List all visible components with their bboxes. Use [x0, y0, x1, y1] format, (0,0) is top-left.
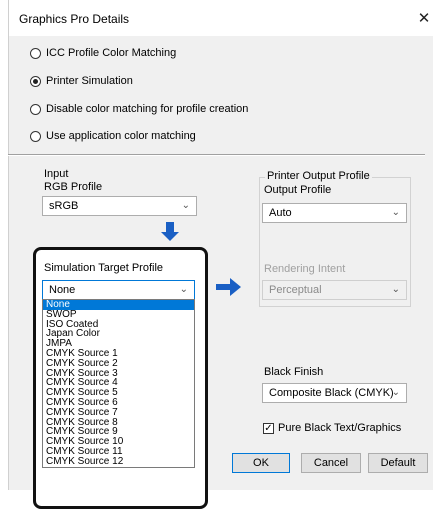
radio-icc-profile-color-matching[interactable]: ICC Profile Color Matching: [30, 45, 176, 61]
radio-label: ICC Profile Color Matching: [46, 47, 177, 59]
radio-button-selected[interactable]: [30, 75, 41, 87]
simulation-target-profile-select[interactable]: None ⌄: [42, 280, 195, 300]
title-bar: Graphics Pro Details ✕: [9, 0, 433, 36]
chevron-down-icon: ⌄: [179, 284, 188, 295]
simulation-dropdown-list[interactable]: None SWOP ISO Coated Japan Color JMPA CM…: [42, 299, 195, 468]
pure-black-checkbox[interactable]: ✓: [263, 422, 274, 434]
dialog-title: Graphics Pro Details: [19, 12, 130, 26]
chevron-down-icon: ⌄: [181, 200, 190, 211]
section-divider: [8, 154, 425, 156]
chevron-down-icon: ⌄: [391, 284, 400, 295]
default-button[interactable]: Default: [368, 453, 428, 473]
rgb-profile-value: sRGB: [49, 200, 79, 212]
radio-label: Use application color matching: [46, 130, 196, 142]
black-finish-label: Black Finish: [264, 366, 324, 378]
annotation-arrow-down-icon: [161, 222, 179, 241]
radio-label: Printer Simulation: [46, 75, 133, 87]
list-item[interactable]: CMYK Source 12: [43, 456, 194, 467]
rgb-profile-select[interactable]: sRGB ⌄: [42, 196, 197, 216]
ok-button[interactable]: OK: [232, 453, 290, 473]
radio-printer-simulation[interactable]: Printer Simulation: [30, 73, 133, 89]
printer-output-group-label: Printer Output Profile: [265, 170, 372, 182]
rgb-profile-label: RGB Profile: [44, 181, 103, 193]
radio-label: Disable color matching for profile creat…: [46, 103, 249, 115]
close-icon[interactable]: ✕: [414, 9, 433, 27]
output-profile-select[interactable]: Auto ⌄: [262, 203, 407, 223]
pure-black-checkbox-row[interactable]: ✓ Pure Black Text/Graphics: [263, 422, 401, 434]
input-group-label: Input: [44, 168, 69, 180]
annotation-arrow-right-icon: [216, 278, 241, 296]
radio-button[interactable]: [30, 103, 41, 115]
black-finish-value: Composite Black (CMYK): [269, 387, 394, 399]
rendering-intent-value: Perceptual: [269, 284, 322, 296]
radio-use-application-color-matching[interactable]: Use application color matching: [30, 128, 196, 144]
radio-disable-color-matching[interactable]: Disable color matching for profile creat…: [30, 101, 248, 117]
cancel-button[interactable]: Cancel: [301, 453, 361, 473]
rendering-intent-label: Rendering Intent: [264, 263, 346, 275]
output-profile-label: Output Profile: [264, 184, 332, 196]
simulation-target-profile-label: Simulation Target Profile: [44, 262, 164, 274]
output-profile-value: Auto: [269, 207, 292, 219]
chevron-down-icon: ⌄: [391, 387, 400, 398]
radio-button[interactable]: [30, 130, 41, 142]
rendering-intent-select: Perceptual ⌄: [262, 280, 407, 300]
chevron-down-icon: ⌄: [391, 207, 400, 218]
radio-button[interactable]: [30, 47, 41, 59]
black-finish-select[interactable]: Composite Black (CMYK) ⌄: [262, 383, 407, 403]
simulation-selected-value: None: [49, 284, 76, 296]
pure-black-label: Pure Black Text/Graphics: [278, 422, 402, 434]
